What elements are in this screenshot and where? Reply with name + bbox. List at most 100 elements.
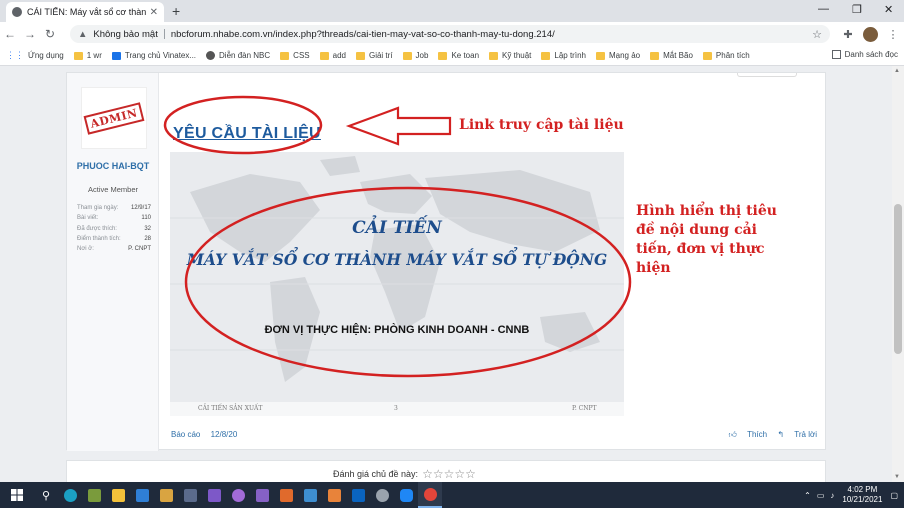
rating-stars[interactable]: ☆☆☆☆☆ [422,467,476,481]
bookmark-label: CSS [293,51,310,60]
reply-button[interactable]: ↰ Trả lời [777,430,817,439]
admin-stamp-logo: ADMIN [83,101,145,135]
request-document-link[interactable]: YÊU CẦU TÀI LIỆU [173,125,321,143]
network-icon[interactable]: ▭ [817,491,825,500]
browser-tab[interactable]: CẢI TIẾN: Máy vắt sổ cơ thành m ✕ [6,2,164,22]
stat-row: Nơi ở: P. CNPT [77,244,151,254]
thumbs-up-icon: 👍︎ [728,430,737,439]
file-explorer-icon[interactable] [106,482,130,508]
folder-icon [650,51,660,60]
stat-value: 32 [144,225,151,232]
bookmark-star-icon[interactable]: ☆ [812,28,822,41]
back-arrow-icon[interactable]: ← [0,27,20,41]
app-icon[interactable] [178,482,202,508]
bookmark-item[interactable]: Ke toan [438,51,479,60]
folder-icon [355,51,365,60]
like-label: Thích [747,430,768,439]
avatar[interactable]: ADMIN [81,87,147,149]
app-icon[interactable] [274,482,298,508]
url-text[interactable]: nbcforum.nhabe.com.vn/index.php?threads/… [171,29,555,40]
app-icon[interactable] [82,482,106,508]
app-icon[interactable] [298,482,322,508]
reading-list-button[interactable]: Danh sách đọc [831,50,898,59]
app-icon[interactable] [202,482,226,508]
clock[interactable]: 4:02 PM 10/21/2021 [842,485,882,505]
page-scrollbar[interactable]: ▲ ▼ [892,66,904,482]
tab-close-icon[interactable]: ✕ [150,7,158,18]
close-window-button[interactable]: ✕ [884,3,893,16]
bookmark-item[interactable]: Diễn đàn NBC [206,51,270,60]
bookmark-item[interactable]: Mạng ảo [595,51,641,60]
app-icon[interactable] [130,482,154,508]
scrollbar-thumb[interactable] [894,204,902,354]
app-icon[interactable] [370,482,394,508]
reply-arrow-icon: ↰ [777,430,785,439]
zalo-icon[interactable] [394,482,418,508]
post-date[interactable]: 12/8/20 [211,430,238,439]
bookmark-item[interactable]: add [319,51,346,60]
search-icon[interactable]: ⚲ [34,482,58,508]
bookmarks-bar: ⋮⋮ Ứng dụng 1 wr Trang chủ Vinatex... Diễn đ… [0,46,904,66]
minimize-button[interactable]: — [818,3,829,15]
folder-icon [280,51,290,60]
stat-label: Điểm thành tích: [77,235,121,242]
chrome-icon[interactable] [418,482,442,508]
rating-panel: Đánh giá chủ đề này: ☆☆☆☆☆ [66,460,826,482]
reload-icon[interactable]: ↻ [40,27,60,41]
bookmark-item[interactable]: ⋮⋮ Ứng dụng [6,50,64,61]
stat-row: Đã được thích: 32 [77,224,151,234]
app-icon[interactable] [154,482,178,508]
tray-chevron-icon[interactable]: ⌃ [804,491,811,500]
report-link[interactable]: Báo cáo [171,430,200,439]
link-annotation-note: Link truy cập tài liệu [459,117,624,133]
scroll-up-icon[interactable]: ▲ [894,68,900,74]
bookmark-item[interactable]: Kỹ thuật [489,51,531,60]
volume-icon[interactable]: ♪ [830,491,834,500]
bookmark-label: Phân tích [715,51,750,60]
bookmark-item[interactable]: Giải trí [355,51,393,60]
bookmark-item[interactable]: 1 wr [73,51,102,60]
folder-icon [73,51,83,60]
outlook-icon[interactable] [346,482,370,508]
folder-icon [541,51,551,60]
bookmark-item[interactable]: CSS [280,51,310,60]
folder-icon [702,51,712,60]
attachment-slide-image[interactable]: CẢI TIẾN MÁY VẮT SỔ CƠ THÀNH MÁY VẮT SỔ … [170,152,624,416]
app-icon[interactable] [226,482,250,508]
visual-studio-icon[interactable] [250,482,274,508]
folder-icon [595,51,605,60]
bookmark-label: Mạng ảo [608,51,641,60]
user-info-panel: ADMIN PHUOC HAI-BQT Active Member Tham g… [67,73,159,451]
extensions-icon[interactable]: ✚ [837,28,859,41]
restore-button[interactable]: ❐ [852,3,862,16]
bookmark-item[interactable]: Phân tích [702,51,750,60]
browser-toolbar: ← → ↻ ▲ Không bảo mật nbcforum.nhabe.com… [0,22,904,46]
edge-browser-icon[interactable] [58,482,82,508]
bookmark-item[interactable]: Mắt Bão [650,51,693,60]
bookmark-label: 1 wr [86,51,102,60]
menu-kebab-icon[interactable]: ⋮ [882,28,904,41]
windows-start-icon[interactable] [0,482,34,508]
new-tab-button[interactable]: + [172,3,180,19]
folder-icon [489,51,499,60]
toolbar-right: ✚ ⋮ [837,22,904,46]
slide-unit: ĐƠN VỊ THỰC HIỆN: PHÒNG KINH DOANH - CNN… [264,324,530,336]
bookmark-item[interactable]: Job [402,51,429,60]
bookmark-label: Diễn đàn NBC [219,51,271,60]
forward-arrow-icon[interactable]: → [20,27,40,41]
address-bar[interactable]: ▲ Không bảo mật nbcforum.nhabe.com.vn/in… [70,25,830,43]
notifications-icon[interactable]: ▢ [890,491,898,500]
scroll-down-icon[interactable]: ▼ [894,474,900,480]
bookmark-item[interactable]: Trang chủ Vinatex... [111,51,197,60]
bookmark-label: Trang chủ Vinatex... [124,51,197,60]
thread-rating: Đánh giá chủ đề này: ☆☆☆☆☆ [333,467,476,481]
reading-list-label: Danh sách đọc [844,50,898,59]
like-button[interactable]: 👍︎ Thích [728,430,767,439]
browser-tab-strip: CẢI TIẾN: Máy vắt sổ cơ thành m ✕ + — ❐ … [0,0,904,22]
bookmark-item[interactable]: Lập trình [541,51,586,60]
profile-avatar-icon[interactable] [863,26,878,42]
app-icon[interactable] [322,482,346,508]
stat-label: Đã được thích: [77,225,117,232]
username[interactable]: PHUOC HAI-BQT [71,161,155,172]
bookmark-label: Job [415,51,429,60]
